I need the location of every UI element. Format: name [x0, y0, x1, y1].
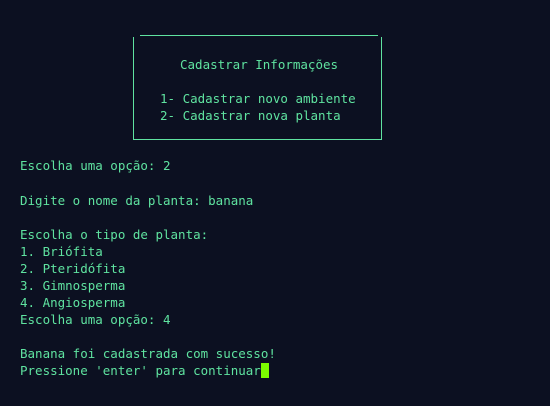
- terminal-window[interactable]: Cadastrar Informações 1- Cadastrar novo …: [0, 0, 550, 406]
- continue-prompt: Pressione 'enter' para continuar: [20, 363, 261, 378]
- plant-type-prompt: Escolha o tipo de planta:: [20, 227, 209, 242]
- plant-name-prompt: Digite o nome da planta: banana: [20, 193, 254, 208]
- menu-option-2: 2- Cadastrar nova planta: [160, 108, 341, 123]
- menu-box-top-border: [140, 35, 378, 36]
- menu-option-1: 1- Cadastrar novo ambiente: [160, 91, 356, 106]
- menu-box: [133, 37, 382, 140]
- plant-type-option-2: 2. Pteridófita: [20, 261, 126, 276]
- choice-prompt-2: Escolha uma opção: 4: [20, 312, 171, 327]
- choice-prompt-1: Escolha uma opção: 2: [20, 158, 171, 173]
- plant-type-option-4: 4. Angiosperma: [20, 295, 126, 310]
- menu-title: Cadastrar Informações: [180, 57, 339, 72]
- plant-type-option-3: 3. Gimnosperma: [20, 278, 126, 293]
- success-message: Banana foi cadastrada com sucesso!: [20, 346, 276, 361]
- text-cursor[interactable]: [260, 363, 269, 378]
- plant-type-option-1: 1. Briófita: [20, 244, 103, 259]
- continue-prompt-line: Pressione 'enter' para continuar: [20, 362, 269, 379]
